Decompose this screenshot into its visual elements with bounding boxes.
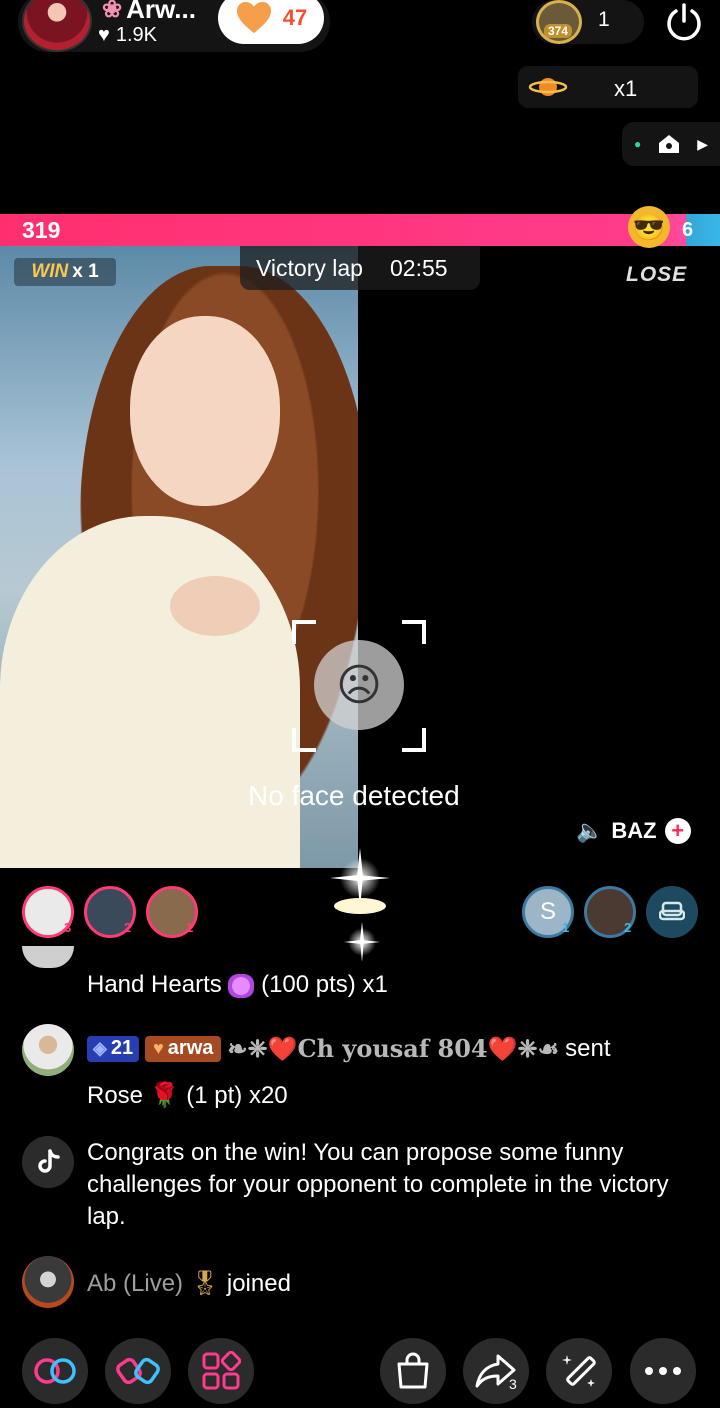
host-video[interactable] [0, 246, 358, 868]
host-likes: ♥ 1.9K [98, 24, 157, 47]
system-message: Congrats on the win! You can propose som… [87, 1139, 669, 1230]
score-bar-left [0, 214, 706, 246]
fan-club-badge[interactable]: ♥ arwa [145, 1035, 222, 1062]
chat-avatar-partial[interactable] [22, 946, 74, 968]
seat-icon [659, 901, 685, 921]
join-message: Ab (Live) 🎖 joined [87, 1269, 291, 1298]
gift-detail: (100 pts) x1 [261, 971, 388, 998]
viewer-badge: 374 [544, 24, 573, 38]
win-label: WIN [31, 261, 69, 282]
supporter-rank: 2 [624, 920, 632, 935]
planet-icon [528, 78, 568, 96]
follow-count: 47 [282, 5, 308, 30]
explore-pill[interactable]: ● ▶ [622, 122, 720, 166]
sent-label: sent [565, 1034, 611, 1062]
level-number: 21 [110, 1037, 134, 1059]
gift-detail: (1 pt) x20 [186, 1082, 288, 1109]
play-arrow-icon: ▶ [697, 135, 709, 152]
magic-wand-icon [562, 1355, 596, 1387]
chat-rose-message: Rose 🌹 (1 pt) x20 [87, 1081, 288, 1110]
supporter-rank: 1 [562, 920, 570, 935]
host-likes-count: 1.9K [115, 24, 158, 46]
supporter-rank: 3 [64, 920, 72, 935]
opponent-label[interactable]: 🔈 BAZ + [576, 818, 691, 844]
score-left: 319 [22, 217, 61, 243]
chat-avatar[interactable] [22, 1256, 74, 1308]
victory-lap-title: Victory lap [256, 255, 363, 281]
gift-name: Hand Hearts [87, 971, 222, 998]
victory-lap-timer: 02:55 [390, 255, 448, 281]
diamond-icon: ◈ [93, 1038, 107, 1058]
no-face-detected-text: No face detected [248, 780, 460, 811]
planet-ranking-pill[interactable] [518, 66, 698, 108]
tiktok-system-avatar [22, 1136, 74, 1188]
video-figure-face [130, 316, 280, 506]
share-button[interactable]: 3 [463, 1338, 529, 1404]
medal-icon: 🎖 [189, 1270, 221, 1297]
viewer-count: 1 [598, 8, 610, 31]
follow-button[interactable]: 47 [218, 0, 324, 44]
hand-hearts-icon [228, 973, 255, 998]
gift-name: Rose [87, 1082, 144, 1109]
joined-label: joined [226, 1270, 291, 1297]
heart-icon: ♥ [98, 24, 110, 46]
fan-club-name: arwa [167, 1037, 214, 1059]
win-badge: WIN x 1 [14, 258, 116, 286]
follow-opponent-icon[interactable]: + [664, 818, 691, 844]
sad-face-icon: ☹ [314, 640, 404, 730]
home-icon [659, 135, 680, 153]
lose-label: LOSE [626, 263, 688, 286]
tiktok-icon [38, 1149, 60, 1173]
cool-face-icon: 😎 [628, 206, 670, 248]
rose-icon: 🌹 [149, 1082, 180, 1109]
supporter-rank: 1 [186, 920, 194, 935]
heart-icon: ♥ [153, 1038, 164, 1058]
win-count: x 1 [72, 261, 99, 282]
shopping-bag-icon [397, 1352, 429, 1389]
chat-avatar[interactable] [22, 1024, 74, 1076]
power-icon[interactable] [662, 0, 706, 44]
grid-icon [202, 1351, 241, 1390]
sender-name[interactable]: ❧❈❤️Ch yousaf 804❤️❈☙ [227, 1034, 559, 1063]
score-right: 6 [682, 219, 694, 241]
joined-user[interactable]: Ab (Live) [87, 1270, 183, 1297]
sparkle-gift-icon [330, 848, 390, 962]
chat-gift-message: Hand Hearts (100 pts) x1 [87, 971, 388, 999]
multi-guest-button[interactable] [22, 1338, 88, 1404]
speaker-icon: 🔈 [576, 818, 604, 843]
heart-icon [236, 1, 271, 34]
level-badge[interactable]: ◈ 21 [87, 1035, 140, 1062]
more-options-button[interactable] [630, 1338, 696, 1404]
planet-multiplier: x1 [614, 76, 638, 101]
battle-button[interactable] [105, 1338, 171, 1404]
share-count: 3 [509, 1376, 517, 1392]
link-infinity-icon [34, 1358, 76, 1384]
effects-button[interactable] [546, 1338, 612, 1404]
more-features-button[interactable] [188, 1338, 254, 1404]
supporter-initial: S [539, 898, 556, 925]
video-figure-sweater [0, 516, 300, 868]
more-dots-icon [645, 1367, 681, 1375]
supporter-rank: 2 [124, 920, 132, 935]
dot-icon: ● [634, 137, 642, 151]
video-figure-shoulder [170, 576, 260, 636]
boxing-gloves-icon [116, 1357, 160, 1385]
host-name: Arw... [126, 0, 196, 24]
empty-seat-avatar[interactable] [646, 886, 698, 938]
shop-button[interactable] [380, 1338, 446, 1404]
opponent-name: BAZ [611, 818, 657, 843]
chat-sender-row: ◈ 21 ♥ arwa ❧❈❤️Ch yousaf 804❤️❈☙ sent [87, 1034, 611, 1063]
flower-icon: ❀ [102, 0, 123, 23]
host-name-row: ❀ Arw... [102, 0, 196, 25]
